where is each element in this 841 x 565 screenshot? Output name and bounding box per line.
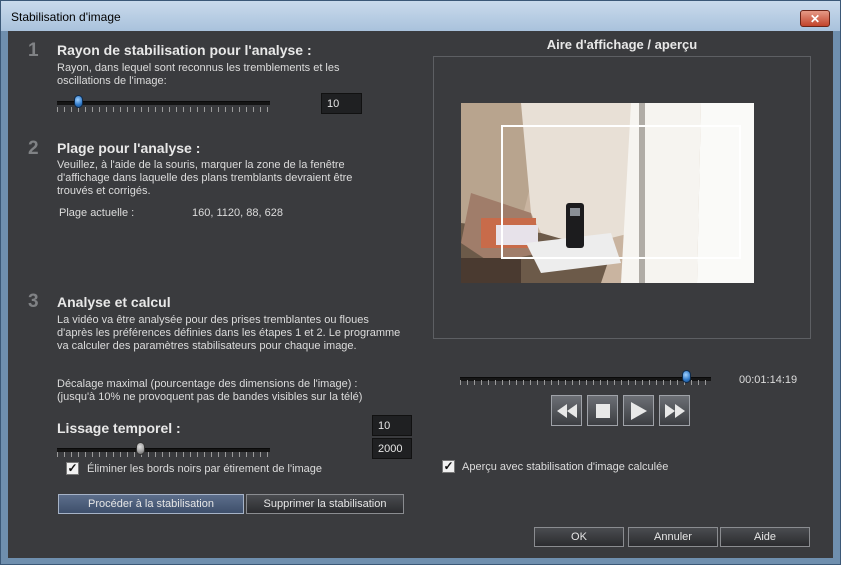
step-1-heading: Rayon de stabilisation pour l'analyse : bbox=[57, 42, 312, 58]
smoothing-label: Lissage temporel : bbox=[57, 420, 181, 436]
rewind-button[interactable] bbox=[551, 395, 582, 426]
analysis-selection-rectangle[interactable] bbox=[501, 125, 741, 259]
stop-button[interactable] bbox=[587, 395, 618, 426]
radius-slider-track[interactable] bbox=[57, 101, 270, 105]
step-3-number: 3 bbox=[28, 291, 39, 312]
checkmark-icon: ✓ bbox=[443, 459, 454, 473]
window-title: Stabilisation d'image bbox=[11, 10, 121, 24]
timeline-ticks bbox=[460, 380, 711, 385]
fast-forward-icon bbox=[664, 403, 685, 418]
dialog-window: Stabilisation d'image ✕ 1 Rayon de stabi… bbox=[0, 0, 841, 565]
smoothing-slider-ticks bbox=[57, 452, 270, 457]
current-range-label: Plage actuelle : bbox=[59, 207, 135, 219]
rewind-icon bbox=[556, 403, 577, 418]
dialog-body: 1 Rayon de stabilisation pour l'analyse … bbox=[8, 31, 833, 558]
step-1-description: Rayon, dans lequel sont reconnus les tre… bbox=[57, 62, 340, 87]
ok-button[interactable]: OK bbox=[534, 527, 624, 547]
video-preview[interactable] bbox=[461, 103, 754, 283]
preview-title: Aire d'affichage / aperçu bbox=[546, 37, 698, 52]
play-button[interactable] bbox=[623, 395, 654, 426]
remove-stabilization-button[interactable]: Supprimer la stabilisation bbox=[246, 494, 404, 514]
radius-slider-thumb[interactable] bbox=[74, 95, 83, 108]
black-borders-label: Éliminer les bords noirs par étirement d… bbox=[87, 463, 323, 475]
radius-slider-ticks bbox=[57, 107, 270, 112]
stabilized-preview-checkbox[interactable]: ✓ bbox=[442, 460, 455, 473]
radius-value-field[interactable]: 10 bbox=[321, 93, 362, 114]
current-range-value: 160, 1120, 88, 628 bbox=[192, 207, 283, 219]
step-3-heading: Analyse et calcul bbox=[57, 294, 171, 310]
smoothing-slider-thumb[interactable] bbox=[136, 442, 145, 455]
stop-icon bbox=[595, 403, 610, 418]
step-2-heading: Plage pour l'analyse : bbox=[57, 140, 201, 156]
black-borders-checkbox[interactable]: ✓ bbox=[66, 462, 79, 475]
checkmark-icon: ✓ bbox=[67, 461, 78, 475]
timeline-thumb[interactable] bbox=[682, 370, 691, 383]
cancel-button[interactable]: Annuler bbox=[628, 527, 718, 547]
step-3-description: La vidéo va être analysée pour des prise… bbox=[57, 314, 401, 352]
help-button[interactable]: Aide bbox=[720, 527, 810, 547]
title-bar: Stabilisation d'image ✕ bbox=[1, 1, 840, 31]
step-2-number: 2 bbox=[28, 138, 39, 159]
play-icon bbox=[630, 401, 647, 420]
max-offset-note: Décalage maximal (pourcentage des dimens… bbox=[57, 378, 363, 403]
stabilize-button[interactable]: Procéder à la stabilisation bbox=[58, 494, 244, 514]
step-2-description: Veuillez, à l'aide de la souris, marquer… bbox=[57, 159, 353, 197]
stabilized-preview-label: Aperçu avec stabilisation d'image calcul… bbox=[462, 461, 669, 473]
smoothing-value-field[interactable]: 2000 bbox=[372, 438, 412, 459]
step-1-number: 1 bbox=[28, 40, 39, 61]
max-offset-field[interactable]: 10 bbox=[372, 415, 412, 436]
timecode-display: 00:01:14:19 bbox=[739, 374, 798, 386]
close-button[interactable]: ✕ bbox=[800, 10, 830, 27]
fast-forward-button[interactable] bbox=[659, 395, 690, 426]
